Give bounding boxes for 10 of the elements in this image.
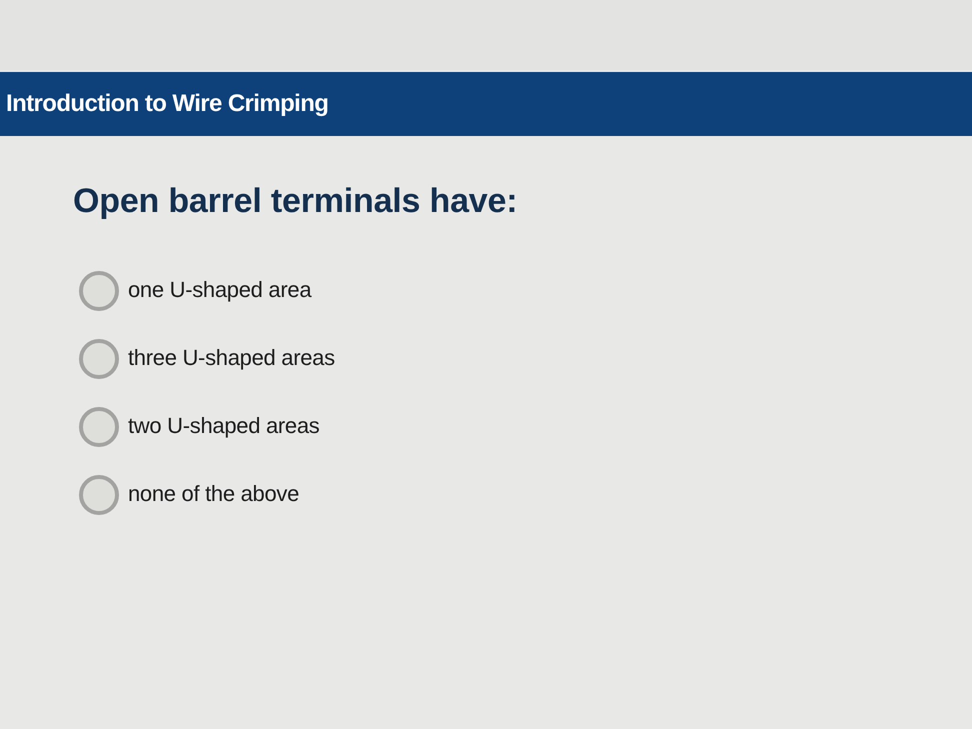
option-label[interactable]: two U-shaped areas xyxy=(128,413,320,440)
option-label[interactable]: none of the above xyxy=(128,481,300,508)
option-label[interactable]: three U-shaped areas xyxy=(128,345,335,372)
radio-button[interactable] xyxy=(79,406,119,446)
course-title: Introduction to Wire Crimping xyxy=(6,90,328,118)
radio-button[interactable] xyxy=(79,338,119,378)
radio-button[interactable] xyxy=(79,474,119,514)
radio-button[interactable] xyxy=(79,270,119,310)
option-label[interactable]: one U-shaped area xyxy=(128,277,312,304)
question-text: Open barrel terminals have: xyxy=(73,181,518,222)
